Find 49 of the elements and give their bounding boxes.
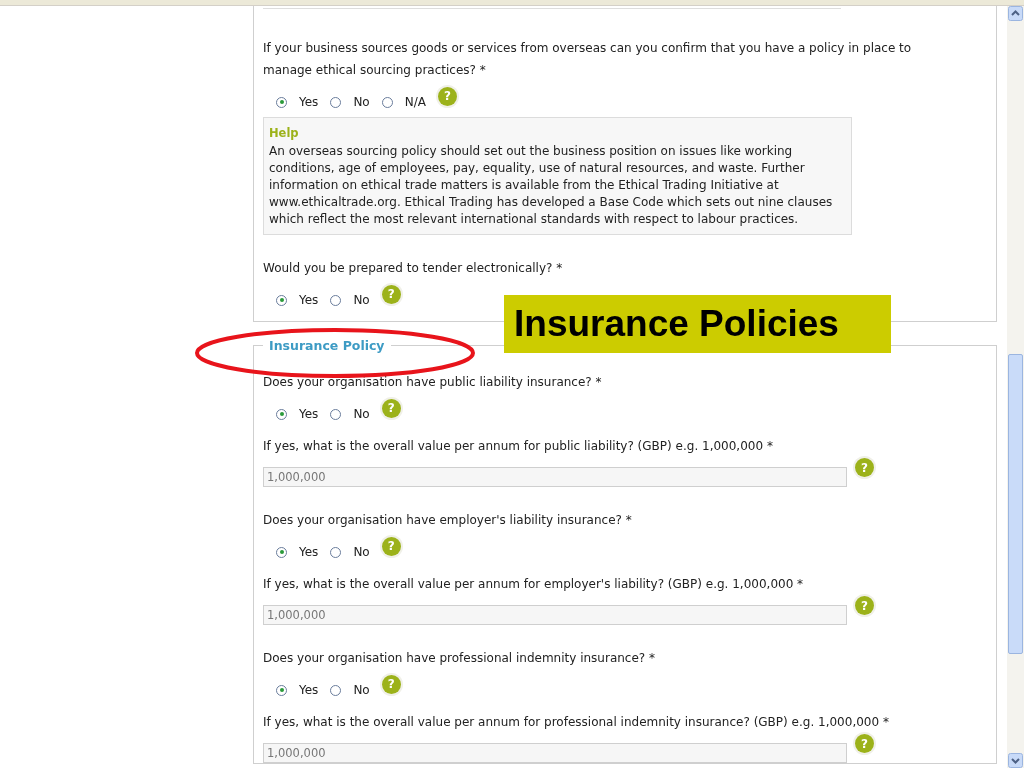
help-button[interactable]: ? — [381, 398, 401, 418]
help-button[interactable]: ? — [855, 596, 874, 615]
help-button[interactable]: ? — [381, 284, 401, 304]
question-label: If yes, what is the overall value per annum for public liability? (GBP) e.g. 1,000,000 * — [263, 438, 774, 455]
callout-banner: Insurance Policies — [504, 295, 891, 353]
radio-button[interactable] — [330, 294, 342, 306]
help-button[interactable]: ? — [381, 674, 401, 694]
radio-button[interactable] — [330, 546, 342, 558]
option-label: No — [353, 293, 370, 307]
radio-button[interactable] — [330, 96, 342, 108]
option-label: Yes — [299, 545, 319, 559]
help-button[interactable]: ? — [381, 536, 401, 556]
help-button[interactable]: ? — [855, 458, 874, 477]
radio-button[interactable] — [276, 294, 287, 306]
question-label: Would you be prepared to tender electronically? * — [263, 260, 564, 277]
scrollbar[interactable] — [1007, 6, 1024, 768]
help-button[interactable]: ? — [437, 86, 457, 106]
help-title: Help — [269, 126, 300, 140]
option-label: No — [353, 407, 370, 421]
radio-button[interactable] — [276, 408, 287, 420]
option-label: Yes — [299, 407, 319, 421]
option-label: No — [353, 683, 370, 697]
scroll-up-icon[interactable] — [1008, 6, 1023, 21]
radio-button[interactable] — [276, 96, 287, 108]
radio-button[interactable] — [330, 684, 342, 696]
section-legend: Insurance Policy — [263, 338, 391, 353]
option-label: Yes — [299, 683, 319, 697]
help-button[interactable]: ? — [855, 734, 874, 753]
question-label: If your business sources goods or services from overseas can you confirm that you have a policy in place to manage ethical sourcing practices? * — [263, 40, 913, 79]
option-label: No — [353, 545, 370, 559]
input-field[interactable]: 1,000,000 — [263, 467, 847, 487]
question-label: Does your organisation have employer's liability insurance? * — [263, 512, 633, 529]
radio-button[interactable] — [276, 684, 287, 696]
option-label: N/A — [404, 95, 426, 109]
question-label: If yes, what is the overall value per annum for professional indemnity insurance? (GBP) e.g. 1,000,000 * — [263, 714, 890, 731]
option-label: Yes — [299, 293, 319, 307]
option-label: Yes — [299, 95, 319, 109]
input-field[interactable]: 1,000,000 — [263, 605, 847, 625]
scroll-thumb[interactable] — [1008, 354, 1023, 654]
input-field[interactable]: 1,000,000 — [263, 743, 847, 763]
question-label: If yes, what is the overall value per annum for employer's liability? (GBP) e.g. 1,000,000 * — [263, 576, 805, 593]
option-label: No — [353, 95, 370, 109]
radio-button[interactable] — [276, 546, 287, 558]
scroll-down-icon[interactable] — [1008, 753, 1023, 768]
question-label: Does your organisation have professional indemnity insurance? * — [263, 650, 657, 667]
radio-button[interactable] — [330, 408, 342, 420]
help-text: An overseas sourcing policy should set out the business position on issues like working conditions, age of employees, pay, equality, use of natural resources, and waste. Further information on ethical trade matters is available from the Ethical Trading Initiative at www.ethicaltrade.org. Ethical Trading has developed a Base Code which sets out nine clauses which reflect the most relevant international standards with respect to labour practices. — [269, 143, 834, 228]
question-label: Does your organisation have public liability insurance? * — [263, 374, 603, 391]
radio-button[interactable] — [381, 96, 393, 108]
